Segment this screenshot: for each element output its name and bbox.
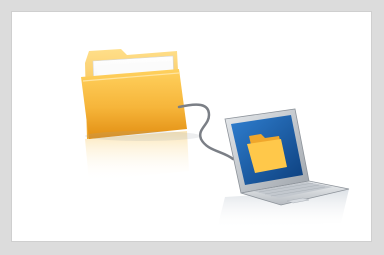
image-frame bbox=[0, 0, 384, 255]
laptop-icon bbox=[217, 108, 350, 229]
illustration bbox=[81, 49, 350, 229]
folder-icon bbox=[81, 49, 201, 181]
image-card bbox=[11, 11, 372, 242]
